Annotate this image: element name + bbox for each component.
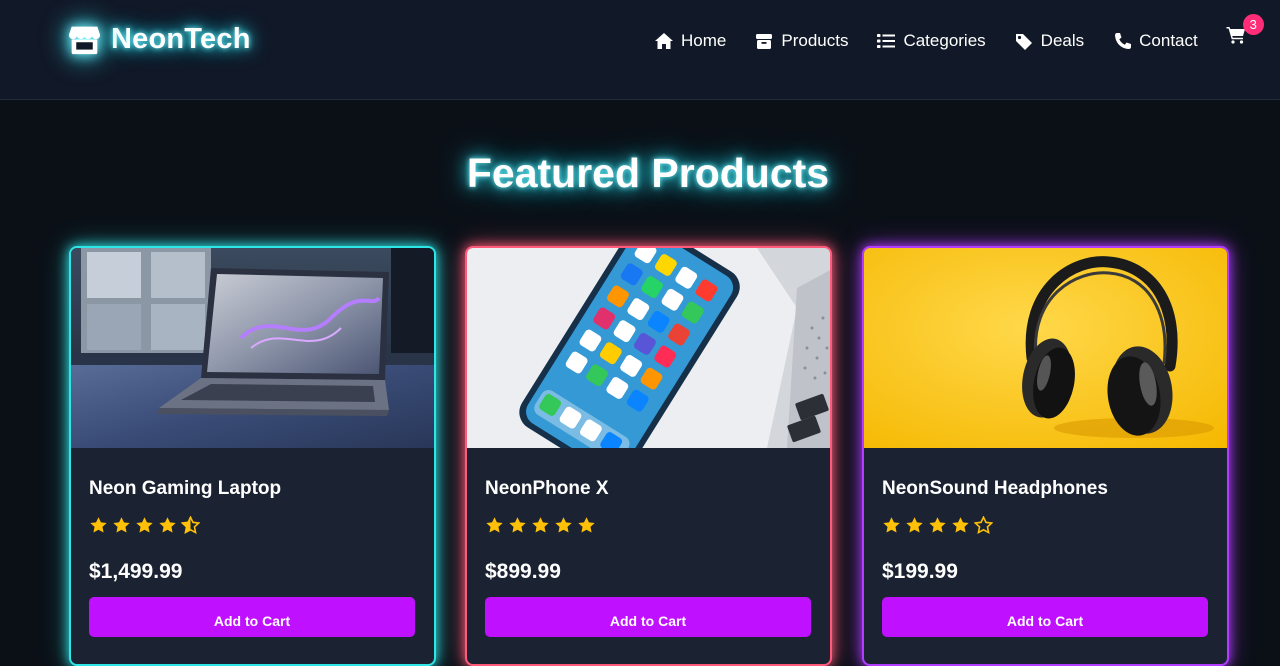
headphones-photo[interactable]	[864, 248, 1227, 448]
nav-item-products[interactable]: Products	[754, 31, 848, 51]
phone-icon	[1115, 33, 1132, 49]
star-rating	[882, 516, 1209, 536]
nav-item-label: Categories	[903, 31, 986, 50]
star-full-icon	[555, 517, 572, 533]
product-name: NeonSound Headphones	[882, 478, 1108, 499]
star-full-icon	[136, 517, 153, 533]
product-card: NeonPhone X $899.99 Add to Cart	[465, 246, 832, 666]
add-to-cart-button[interactable]: Add to Cart	[89, 597, 415, 637]
star-rating	[89, 516, 416, 536]
star-full-icon	[578, 517, 595, 533]
cart-button[interactable]: 3	[1226, 13, 1264, 49]
home-icon	[655, 33, 673, 49]
product-price: $899.99	[485, 560, 561, 583]
brand-logo[interactable]: NeonTech	[68, 23, 251, 56]
star-full-icon	[113, 517, 130, 533]
star-full-icon	[532, 517, 549, 533]
nav-item-contact[interactable]: Contact	[1112, 31, 1198, 51]
star-full-icon	[952, 517, 969, 533]
store-icon	[68, 26, 101, 55]
brand-name: NeonTech	[111, 23, 251, 55]
nav-item-label: Home	[681, 31, 727, 50]
nav-item-label: Products	[781, 31, 849, 50]
product-name: NeonPhone X	[485, 478, 609, 499]
nav-item-deals[interactable]: Deals	[1014, 31, 1084, 51]
star-full-icon	[90, 517, 107, 533]
laptop-photo[interactable]	[71, 248, 434, 448]
smartphone-photo[interactable]	[467, 248, 830, 448]
nav-item-home[interactable]: Home	[654, 31, 726, 51]
section-title: Featured Products	[466, 150, 830, 196]
star-full-icon	[159, 517, 176, 533]
star-full-icon	[509, 517, 526, 533]
headphones-image	[864, 248, 1227, 448]
add-to-cart-button[interactable]: Add to Cart	[485, 597, 811, 637]
tag-icon	[1015, 34, 1032, 50]
box-icon	[756, 34, 773, 49]
add-to-cart-button[interactable]: Add to Cart	[882, 597, 1208, 637]
product-card: Neon Gaming Laptop $1,499.99 Add to Cart	[69, 246, 436, 666]
product-name: Neon Gaming Laptop	[89, 478, 282, 499]
product-card: NeonSound Headphones $199.99 Add to Cart	[862, 246, 1229, 666]
cart-count-badge: 3	[1242, 13, 1264, 35]
star-empty-icon	[974, 516, 993, 535]
star-full-icon	[486, 517, 503, 533]
list-icon	[877, 34, 896, 48]
star-full-icon	[906, 517, 923, 533]
nav-item-categories[interactable]: Categories	[876, 31, 986, 51]
nav-item-label: Contact	[1139, 31, 1198, 50]
star-half-icon	[181, 516, 200, 535]
smartphone-image	[467, 248, 830, 448]
nav-item-label: Deals	[1040, 31, 1085, 50]
site-header: NeonTech Home Products Categories Deals …	[0, 0, 1280, 100]
star-full-icon	[929, 517, 946, 533]
laptop-image	[71, 248, 434, 448]
main-nav: Home Products Categories Deals Contact 3	[654, 13, 1264, 52]
star-rating	[485, 516, 812, 536]
product-price: $199.99	[882, 560, 958, 583]
product-price: $1,499.99	[89, 560, 183, 583]
star-full-icon	[883, 517, 900, 533]
